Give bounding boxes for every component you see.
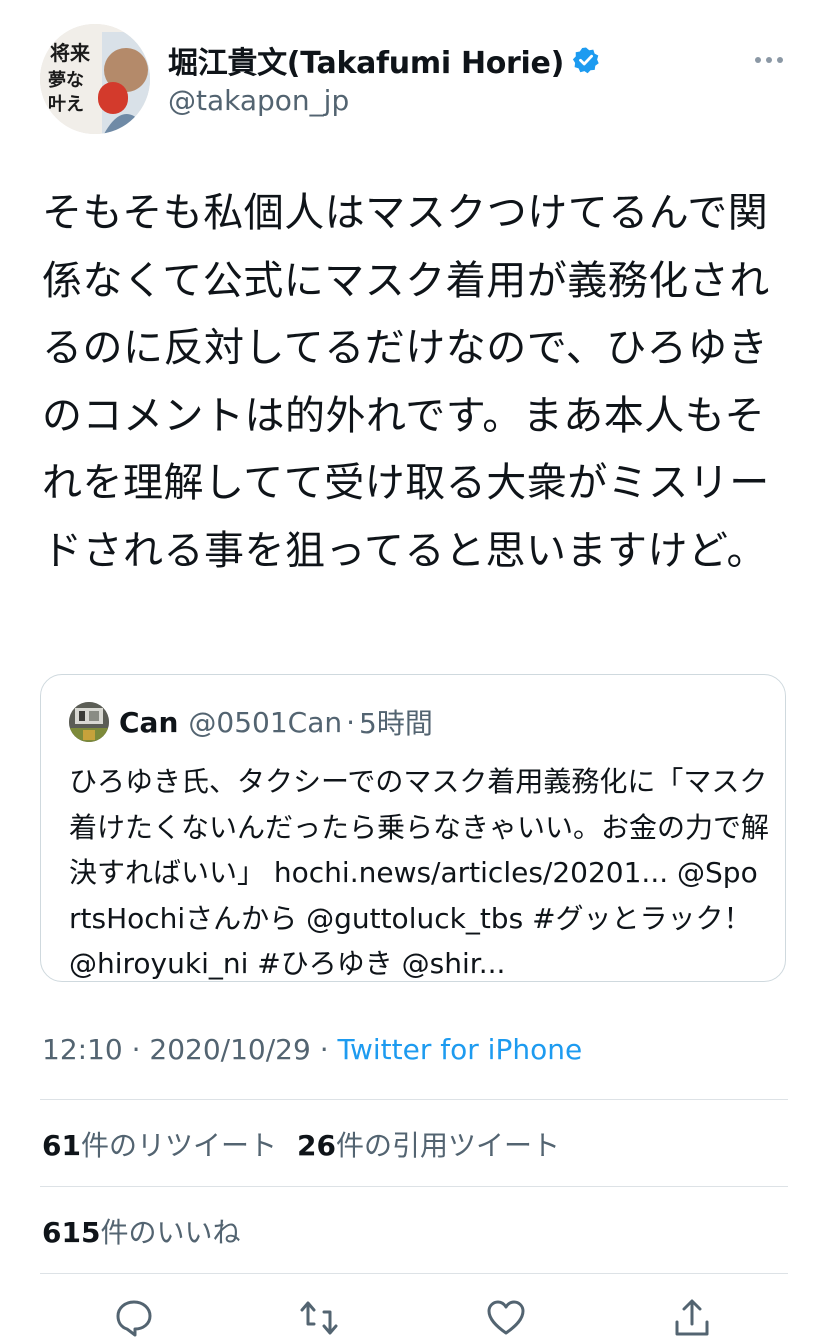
tweet-actions-bar [0, 1290, 828, 1339]
verified-badge-icon [572, 46, 600, 74]
tweet-source-link[interactable]: Twitter for iPhone [338, 1033, 583, 1066]
tweet-meta: 12:10 · 2020/10/29 · Twitter for iPhone [42, 1033, 582, 1066]
quotes-label: 件の引用ツイート [335, 1129, 560, 1162]
quotes-count: 26 [296, 1129, 336, 1162]
svg-text:夢な: 夢な [48, 70, 84, 91]
quoted-avatar-image-icon [69, 702, 109, 742]
tweet-header: 将来 夢な 叶え 堀江貴文(Takafumi Horie) @takapon_j… [0, 0, 828, 150]
quoted-tweet-header: Can @0501Can · 5時間 [69, 701, 433, 743]
quoted-author-name: Can [119, 705, 179, 739]
svg-text:将来: 将来 [50, 41, 91, 65]
quoted-tweet-card[interactable]: Can @0501Can · 5時間 ひろゆき氏、タクシーでのマスク着用義務化に… [40, 674, 786, 982]
tweet-time: 12:10 [42, 1033, 123, 1066]
likes-stats-row: 615件のいいね [42, 1211, 240, 1251]
retweet-icon[interactable] [299, 1298, 339, 1338]
avatar-book-cover-icon: 将来 夢な 叶え [40, 24, 150, 134]
retweet-stats-row: 61件のリツイート 26件の引用ツイート [42, 1124, 560, 1164]
likes-count: 615 [42, 1216, 101, 1249]
likes-stat[interactable]: 615件のいいね [42, 1216, 240, 1249]
retweets-count: 61 [42, 1129, 81, 1162]
author-display-name[interactable]: 堀江貴文(Takafumi Horie) [168, 38, 564, 82]
divider [40, 1099, 788, 1100]
retweets-label: 件のリツイート [80, 1129, 277, 1162]
share-icon[interactable] [672, 1298, 712, 1338]
tweet-date: 2020/10/29 [149, 1033, 311, 1066]
author-avatar[interactable]: 将来 夢な 叶え [40, 24, 150, 134]
author-name-row[interactable]: 堀江貴文(Takafumi Horie) [168, 38, 600, 82]
divider [40, 1273, 788, 1274]
meta-separator: · [131, 1033, 141, 1066]
more-icon[interactable] [754, 52, 784, 66]
meta-separator: · [319, 1033, 329, 1066]
divider [40, 1186, 788, 1187]
svg-text:叶え: 叶え [48, 94, 84, 115]
author-handle[interactable]: @takapon_jp [168, 84, 349, 117]
quoted-tweet-text: ひろゆき氏、タクシーでのマスク着用義務化に「マスク着けたくないんだったら乗らなき… [69, 765, 770, 980]
likes-label: 件のいいね [100, 1216, 241, 1249]
tweet-text: そもそも私個人はマスクつけてるんで関係なくて公式にマスク着用が義務化されるのに反… [42, 190, 770, 574]
quote-tweets-stat[interactable]: 26件の引用ツイート [297, 1129, 560, 1162]
retweets-stat[interactable]: 61件のリツイート [42, 1129, 277, 1162]
quoted-avatar [69, 702, 109, 742]
like-icon[interactable] [486, 1298, 526, 1338]
reply-icon[interactable] [114, 1298, 154, 1338]
quoted-separator: · [346, 705, 356, 739]
quoted-author-handle: @0501Can [188, 705, 343, 739]
quoted-timestamp: 5時間 [359, 707, 433, 740]
